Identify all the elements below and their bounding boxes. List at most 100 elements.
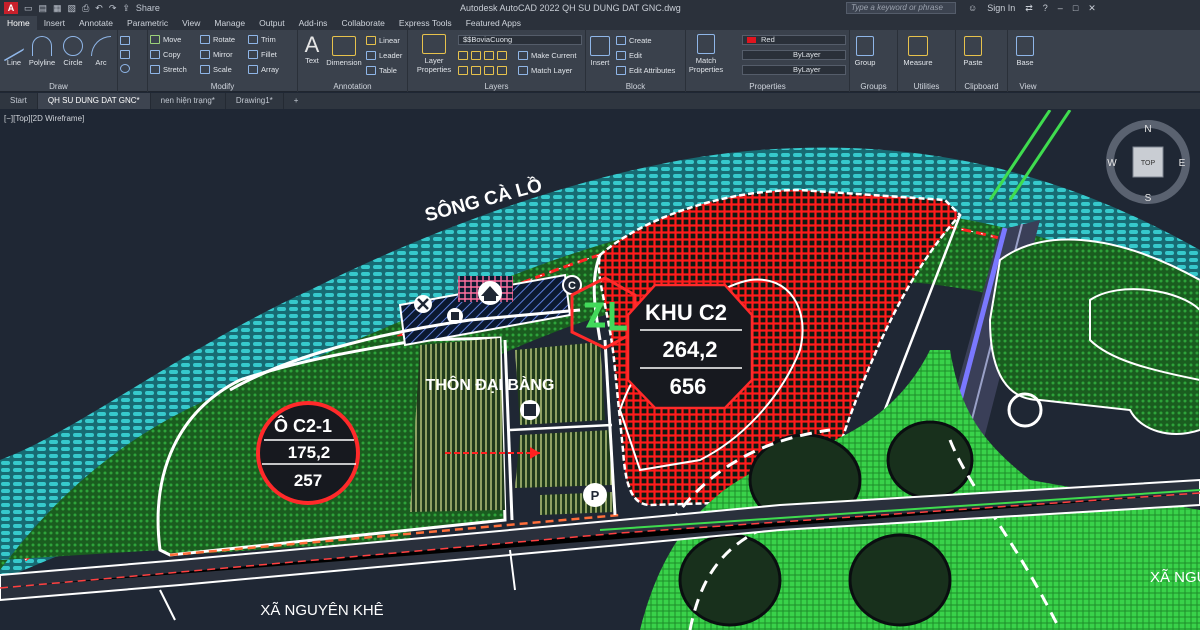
copy-button[interactable]: Copy	[150, 50, 181, 59]
view-cube-west[interactable]: W	[1107, 158, 1117, 169]
insert-icon	[590, 36, 610, 56]
rectangle-button[interactable]	[120, 36, 130, 45]
new-tab-icon[interactable]: +	[284, 93, 309, 109]
linear-button[interactable]: Linear	[366, 36, 400, 45]
doc-tab-qh-su-dung-dat[interactable]: QH SU DUNG DAT GNC*	[37, 93, 151, 109]
view-cube-north[interactable]: N	[1144, 124, 1151, 135]
dimension-button[interactable]: Dimension	[326, 36, 362, 67]
minimize-icon[interactable]: –	[1058, 3, 1063, 13]
arc-button[interactable]: Arc	[86, 36, 116, 67]
tab-add-ins[interactable]: Add-ins	[292, 16, 335, 30]
layer-unisolate-icon	[471, 66, 481, 75]
doc-tab-nen-hien-trang[interactable]: nen hiện trạng*	[151, 93, 226, 109]
redo-icon[interactable]: ↷	[109, 3, 117, 14]
document-tabs: Start QH SU DUNG DAT GNC* nen hiện trạng…	[0, 93, 1200, 109]
save-as-icon[interactable]: ▧	[68, 3, 77, 14]
drawing-canvas[interactable]: C P KHU C2 264,2 656 Ô C2-1 175,2 257 SÔ…	[0, 110, 1200, 630]
viewport-controls[interactable]: [−][Top][2D Wireframe]	[4, 114, 84, 123]
color-dropdown[interactable]: Red	[742, 35, 846, 45]
circle-button[interactable]: Circle	[58, 36, 88, 67]
match-properties-button[interactable]: Match Properties	[688, 34, 724, 74]
scale-button[interactable]: Scale	[200, 65, 232, 74]
tab-collaborate[interactable]: Collaborate	[334, 16, 391, 30]
match-properties-icon	[697, 34, 715, 54]
stretch-button[interactable]: Stretch	[150, 65, 187, 74]
share-button[interactable]: Share	[136, 3, 160, 13]
clipboard-panel-title: Clipboard	[964, 82, 999, 91]
maximize-icon[interactable]: □	[1073, 3, 1078, 13]
edit-block-icon	[616, 51, 626, 60]
measure-button[interactable]: Measure	[900, 36, 936, 67]
base-button[interactable]: Base	[1010, 36, 1040, 67]
doc-tab-start[interactable]: Start	[0, 93, 38, 109]
line-button[interactable]: Line	[0, 30, 28, 67]
polyline-button[interactable]: Polyline	[26, 36, 58, 67]
leader-button[interactable]: Leader	[366, 51, 402, 60]
group-button[interactable]: Group	[850, 36, 880, 67]
stretch-label: Stretch	[163, 65, 187, 74]
create-block-button[interactable]: Create	[616, 36, 652, 45]
table-button[interactable]: Table	[366, 66, 397, 75]
scale-icon	[200, 65, 210, 74]
dimension-icon	[332, 36, 356, 56]
layer-dropdown[interactable]: $$BoviaCuong	[458, 35, 582, 45]
open-icon[interactable]: ▤	[39, 3, 48, 14]
save-icon[interactable]: ▦	[53, 3, 62, 14]
match-layer-button[interactable]: Match Layer	[518, 66, 572, 75]
view-cube-east[interactable]: E	[1179, 158, 1186, 169]
move-button[interactable]: Move	[150, 35, 181, 44]
layer-properties-button[interactable]: Layer Properties	[414, 34, 454, 74]
tab-parametric[interactable]: Parametric	[120, 16, 175, 30]
rotate-button[interactable]: Rotate	[200, 35, 235, 44]
tab-output[interactable]: Output	[252, 16, 292, 30]
layer-lock-icon	[497, 51, 507, 60]
mirror-button[interactable]: Mirror	[200, 50, 233, 59]
undo-icon[interactable]: ↶	[95, 3, 103, 14]
edit-block-button[interactable]: Edit	[616, 51, 642, 60]
layer-properties-label: Layer Properties	[416, 56, 452, 74]
tab-view[interactable]: View	[175, 16, 207, 30]
linetype-dropdown[interactable]: ByLayer	[742, 50, 846, 60]
tab-manage[interactable]: Manage	[207, 16, 252, 30]
doc-tab-drawing1[interactable]: Drawing1*	[226, 93, 284, 109]
insert-button[interactable]: Insert	[586, 36, 614, 67]
tab-featured-apps[interactable]: Featured Apps	[459, 16, 528, 30]
hatch-button[interactable]	[120, 50, 130, 59]
sign-in-button[interactable]: Sign In	[987, 3, 1015, 13]
ribbon: Line Polyline Circle Arc Draw Move Rotat…	[0, 30, 1200, 92]
lot-c2-1-area: 175,2	[288, 443, 331, 462]
color-label: Red	[761, 35, 775, 44]
match-layer-label: Match Layer	[531, 66, 573, 75]
paste-button[interactable]: Paste	[958, 36, 988, 67]
ellipse-button[interactable]	[120, 64, 130, 73]
search-input[interactable]: Type a keyword or phrase	[846, 2, 956, 14]
view-cube-top-label: TOP	[1141, 160, 1156, 167]
circle-label: Circle	[63, 58, 83, 67]
layer-isolate-icon	[471, 51, 481, 60]
lineweight-dropdown[interactable]: ByLayer	[742, 65, 846, 75]
exchange-icon[interactable]: ⇄	[1025, 3, 1033, 14]
close-icon[interactable]: ✕	[1088, 3, 1096, 14]
array-button[interactable]: Array	[248, 65, 279, 74]
make-current-button[interactable]: Make Current	[518, 51, 576, 60]
rotate-icon	[200, 35, 210, 44]
text-button[interactable]: A Text	[298, 34, 326, 66]
layer-tools-row-1[interactable]	[458, 51, 507, 60]
help-icon[interactable]: ?	[1043, 3, 1048, 13]
fillet-button[interactable]: Fillet	[248, 50, 277, 59]
tab-annotate[interactable]: Annotate	[72, 16, 120, 30]
circle-icon	[63, 36, 83, 56]
zone-c2-name: KHU C2	[645, 300, 727, 325]
tab-home[interactable]: Home	[0, 16, 37, 30]
tab-express-tools[interactable]: Express Tools	[392, 16, 459, 30]
array-icon	[248, 65, 258, 74]
view-cube-south[interactable]: S	[1145, 193, 1152, 204]
edit-attributes-button[interactable]: Edit Attributes	[616, 66, 675, 75]
layers-panel: Layer Properties $$BoviaCuong Make Curre…	[408, 30, 586, 92]
layer-tools-row-2[interactable]	[458, 66, 507, 75]
tab-insert[interactable]: Insert	[37, 16, 72, 30]
new-file-icon[interactable]: ▭	[24, 3, 33, 14]
autocad-logo[interactable]: A	[4, 2, 18, 14]
trim-button[interactable]: Trim	[248, 35, 276, 44]
print-icon[interactable]: ⎙	[82, 3, 89, 14]
